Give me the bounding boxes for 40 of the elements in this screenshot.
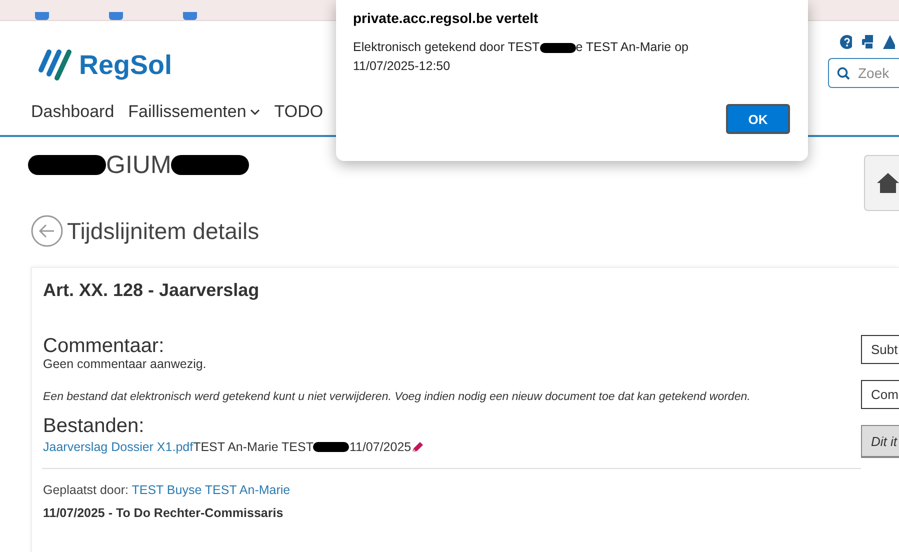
- print-icon[interactable]: [862, 35, 874, 49]
- search-icon: [837, 66, 850, 80]
- help-icon[interactable]: [840, 35, 852, 49]
- home-icon: [877, 173, 899, 193]
- bookmark-icon[interactable]: [109, 12, 123, 20]
- dialog-message: 11/07/2025-12:50: [353, 58, 450, 75]
- nav-item[interactable]: Faillissementen: [128, 102, 260, 122]
- nav-item[interactable]: Dashboard: [31, 102, 114, 122]
- redaction-mark: [313, 442, 350, 452]
- bookmark-icon[interactable]: [183, 12, 197, 20]
- page-heading: GIUM: [106, 150, 172, 180]
- bookmark-icon[interactable]: [35, 12, 49, 20]
- file-info: 11/07/2025: [349, 440, 412, 454]
- warning-icon[interactable]: [883, 35, 896, 49]
- comment-text: Geen commentaar aanwezig.: [43, 357, 208, 371]
- home-button[interactable]: [864, 155, 899, 211]
- posted-by-label: Geplaatst door:: [43, 483, 128, 497]
- files-label: Bestanden:: [43, 415, 146, 437]
- notice-text: Een bestand dat elektronisch werd getekend kunt u niet verwijderen. Voeg indien nodig een nieuw document toe dat kan getekend worden.: [43, 391, 752, 403]
- search-field[interactable]: Zoek: [828, 58, 899, 88]
- action-button[interactable]: Com: [861, 380, 899, 409]
- ok-button[interactable]: OK: [726, 104, 790, 134]
- status-note: Dit it: [861, 425, 899, 458]
- action-button[interactable]: Subt: [861, 335, 899, 364]
- file-info: TEST An-Marie TEST: [193, 440, 314, 454]
- regsol-logo[interactable]: RegSol: [35, 43, 324, 87]
- card-title: Art. XX. 128 - Jaarverslag: [43, 280, 260, 301]
- redaction-mark: [540, 42, 576, 52]
- chevron-icon: [250, 109, 260, 115]
- file-link[interactable]: Jaarverslag Dossier X1.pdf: [43, 440, 194, 454]
- pen-icon: [411, 441, 424, 453]
- timeline-summary: 11/07/2025 - To Do Rechter-Commissaris: [43, 506, 284, 520]
- author-link[interactable]: TEST Buyse TEST An-Marie: [132, 483, 290, 497]
- dialog-message: e TEST An-Marie op: [576, 39, 688, 56]
- dialog-message: Elektronisch getekend door TEST: [353, 39, 540, 56]
- comment-label: Commentaar:: [43, 335, 166, 357]
- nav-item[interactable]: TODO: [274, 102, 324, 122]
- page-subtitle: Tijdslijnitem details: [67, 218, 260, 244]
- dialog-title: private.acc.regsol.be vertelt: [353, 10, 540, 26]
- back-icon[interactable]: [31, 215, 63, 247]
